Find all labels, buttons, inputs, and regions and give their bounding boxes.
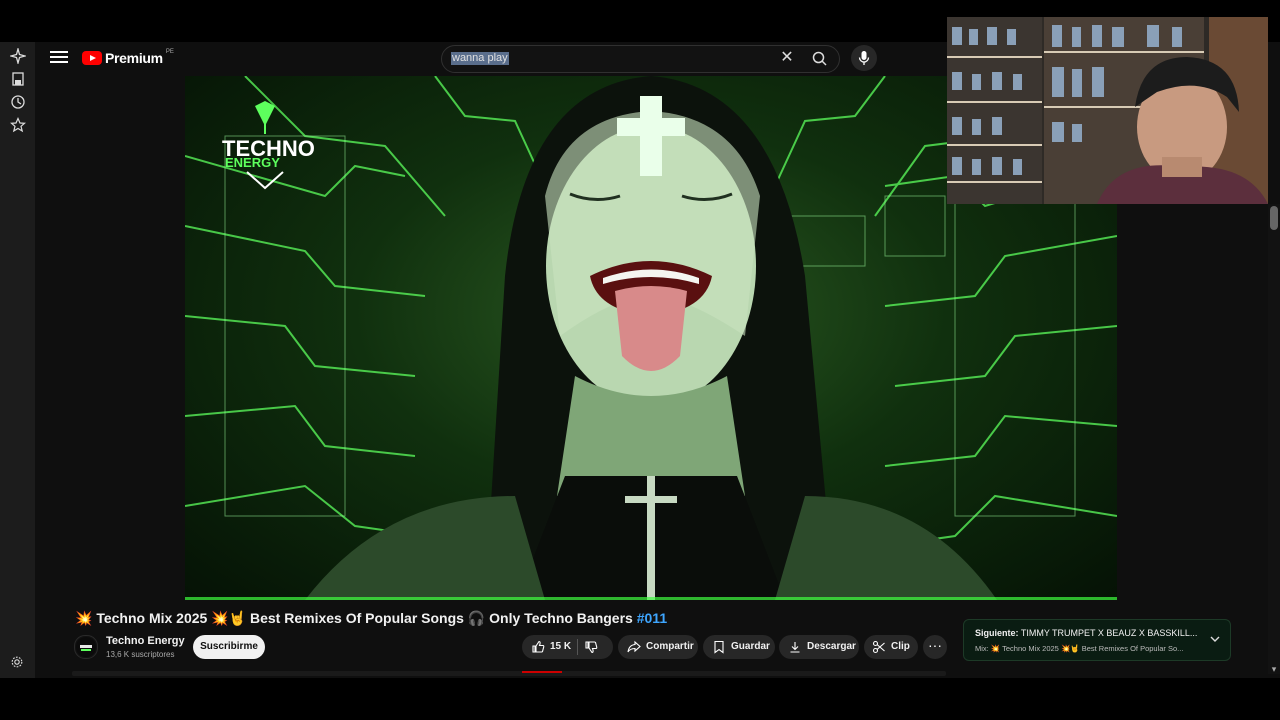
- dislike-button[interactable]: [584, 640, 603, 654]
- clear-icon[interactable]: ✕: [778, 49, 796, 67]
- scroll-down-icon[interactable]: ▾: [1268, 664, 1280, 676]
- like-button[interactable]: 15 K: [522, 635, 571, 659]
- country-code: PE: [165, 49, 174, 55]
- sparkle-icon[interactable]: [10, 48, 26, 64]
- search-icon[interactable]: [810, 49, 830, 69]
- subscriber-count: 13,6 K suscriptores: [106, 650, 175, 659]
- video-progress-glow: [185, 597, 1117, 600]
- webcam-frame: [947, 17, 1268, 204]
- up-next-line: Siguiente: TIMMY TRUMPET X BEAUZ X BASSK…: [975, 628, 1197, 638]
- share-button[interactable]: Compartir: [618, 635, 698, 659]
- mic-button[interactable]: [851, 45, 877, 71]
- title-part3: Only Techno Bangers: [489, 610, 633, 626]
- more-actions-button[interactable]: ···: [923, 635, 947, 659]
- up-next-card[interactable]: Siguiente: TIMMY TRUMPET X BEAUZ X BASSK…: [963, 619, 1231, 661]
- explosion-icon: 💥🤘: [211, 610, 247, 626]
- title-part1: Techno Mix 2025: [96, 610, 208, 626]
- up-next-title: TIMMY TRUMPET X BEAUZ X BASSKILL...: [1020, 628, 1198, 638]
- mix-prefix: Mix:: [975, 644, 989, 653]
- subscribe-button[interactable]: Suscribirme: [193, 635, 265, 659]
- up-next-mix-line: Mix: 💥 Techno Mix 2025 💥🤘 Best Remixes O…: [975, 644, 1183, 653]
- webcam-overlay: [947, 17, 1268, 204]
- up-next-label: Siguiente:: [975, 628, 1019, 638]
- star-icon[interactable]: [10, 117, 26, 133]
- channel-name[interactable]: Techno Energy: [106, 635, 185, 647]
- share-icon: [627, 640, 641, 653]
- explosion-icon: 💥: [75, 610, 93, 626]
- scrollbar-thumb[interactable]: [1270, 206, 1278, 230]
- left-rail: [0, 42, 35, 678]
- explosion-icon: 💥🤘: [1060, 644, 1080, 653]
- history-icon[interactable]: [10, 94, 26, 110]
- explosion-icon: 💥: [990, 644, 1001, 653]
- accent-line: [522, 671, 562, 673]
- save-button[interactable]: Guardar: [703, 635, 775, 659]
- download-label: Descargar: [807, 641, 856, 652]
- logo-word: Premium: [105, 50, 163, 66]
- mic-icon: [858, 51, 870, 65]
- clip-label: Clip: [891, 641, 910, 652]
- share-label: Compartir: [646, 641, 694, 652]
- like-count: 15 K: [550, 641, 572, 652]
- gear-icon[interactable]: [10, 655, 24, 669]
- title-part2: Best Remixes Of Popular Songs: [250, 610, 464, 626]
- like-separator: [577, 639, 579, 655]
- clip-button[interactable]: Clip: [864, 635, 918, 659]
- save-label: Guardar: [731, 641, 770, 652]
- like-icon: [532, 640, 545, 653]
- video-title: 💥 Techno Mix 2025 💥🤘 Best Remixes Of Pop…: [75, 610, 667, 627]
- headphones-icon: 🎧: [467, 610, 486, 626]
- dislike-icon: [585, 641, 598, 654]
- save-icon[interactable]: [10, 71, 26, 87]
- mix-part2: Best Remixes Of Popular So...: [1081, 644, 1184, 653]
- menu-icon[interactable]: [50, 48, 68, 68]
- mix-part1: Techno Mix 2025: [1002, 644, 1059, 653]
- play-logo-icon: [82, 51, 102, 65]
- watermark-line2: ENERGY: [225, 155, 280, 170]
- page-scrollbar[interactable]: [1268, 204, 1280, 674]
- search-input[interactable]: wanna play: [451, 52, 509, 65]
- download-button[interactable]: Descargar: [779, 635, 859, 659]
- like-dislike-group: 15 K: [522, 635, 613, 659]
- chevron-down-icon[interactable]: [1208, 632, 1222, 646]
- bookmark-icon: [714, 640, 724, 654]
- comments-preview-strip: [72, 671, 946, 676]
- title-hashtag[interactable]: #011: [637, 610, 667, 626]
- channel-avatar[interactable]: [74, 635, 98, 659]
- search-box[interactable]: wanna play ✕: [441, 45, 840, 73]
- download-icon: [790, 642, 800, 653]
- youtube-premium-logo[interactable]: Premium PE: [82, 49, 174, 66]
- scissors-icon: [872, 640, 885, 654]
